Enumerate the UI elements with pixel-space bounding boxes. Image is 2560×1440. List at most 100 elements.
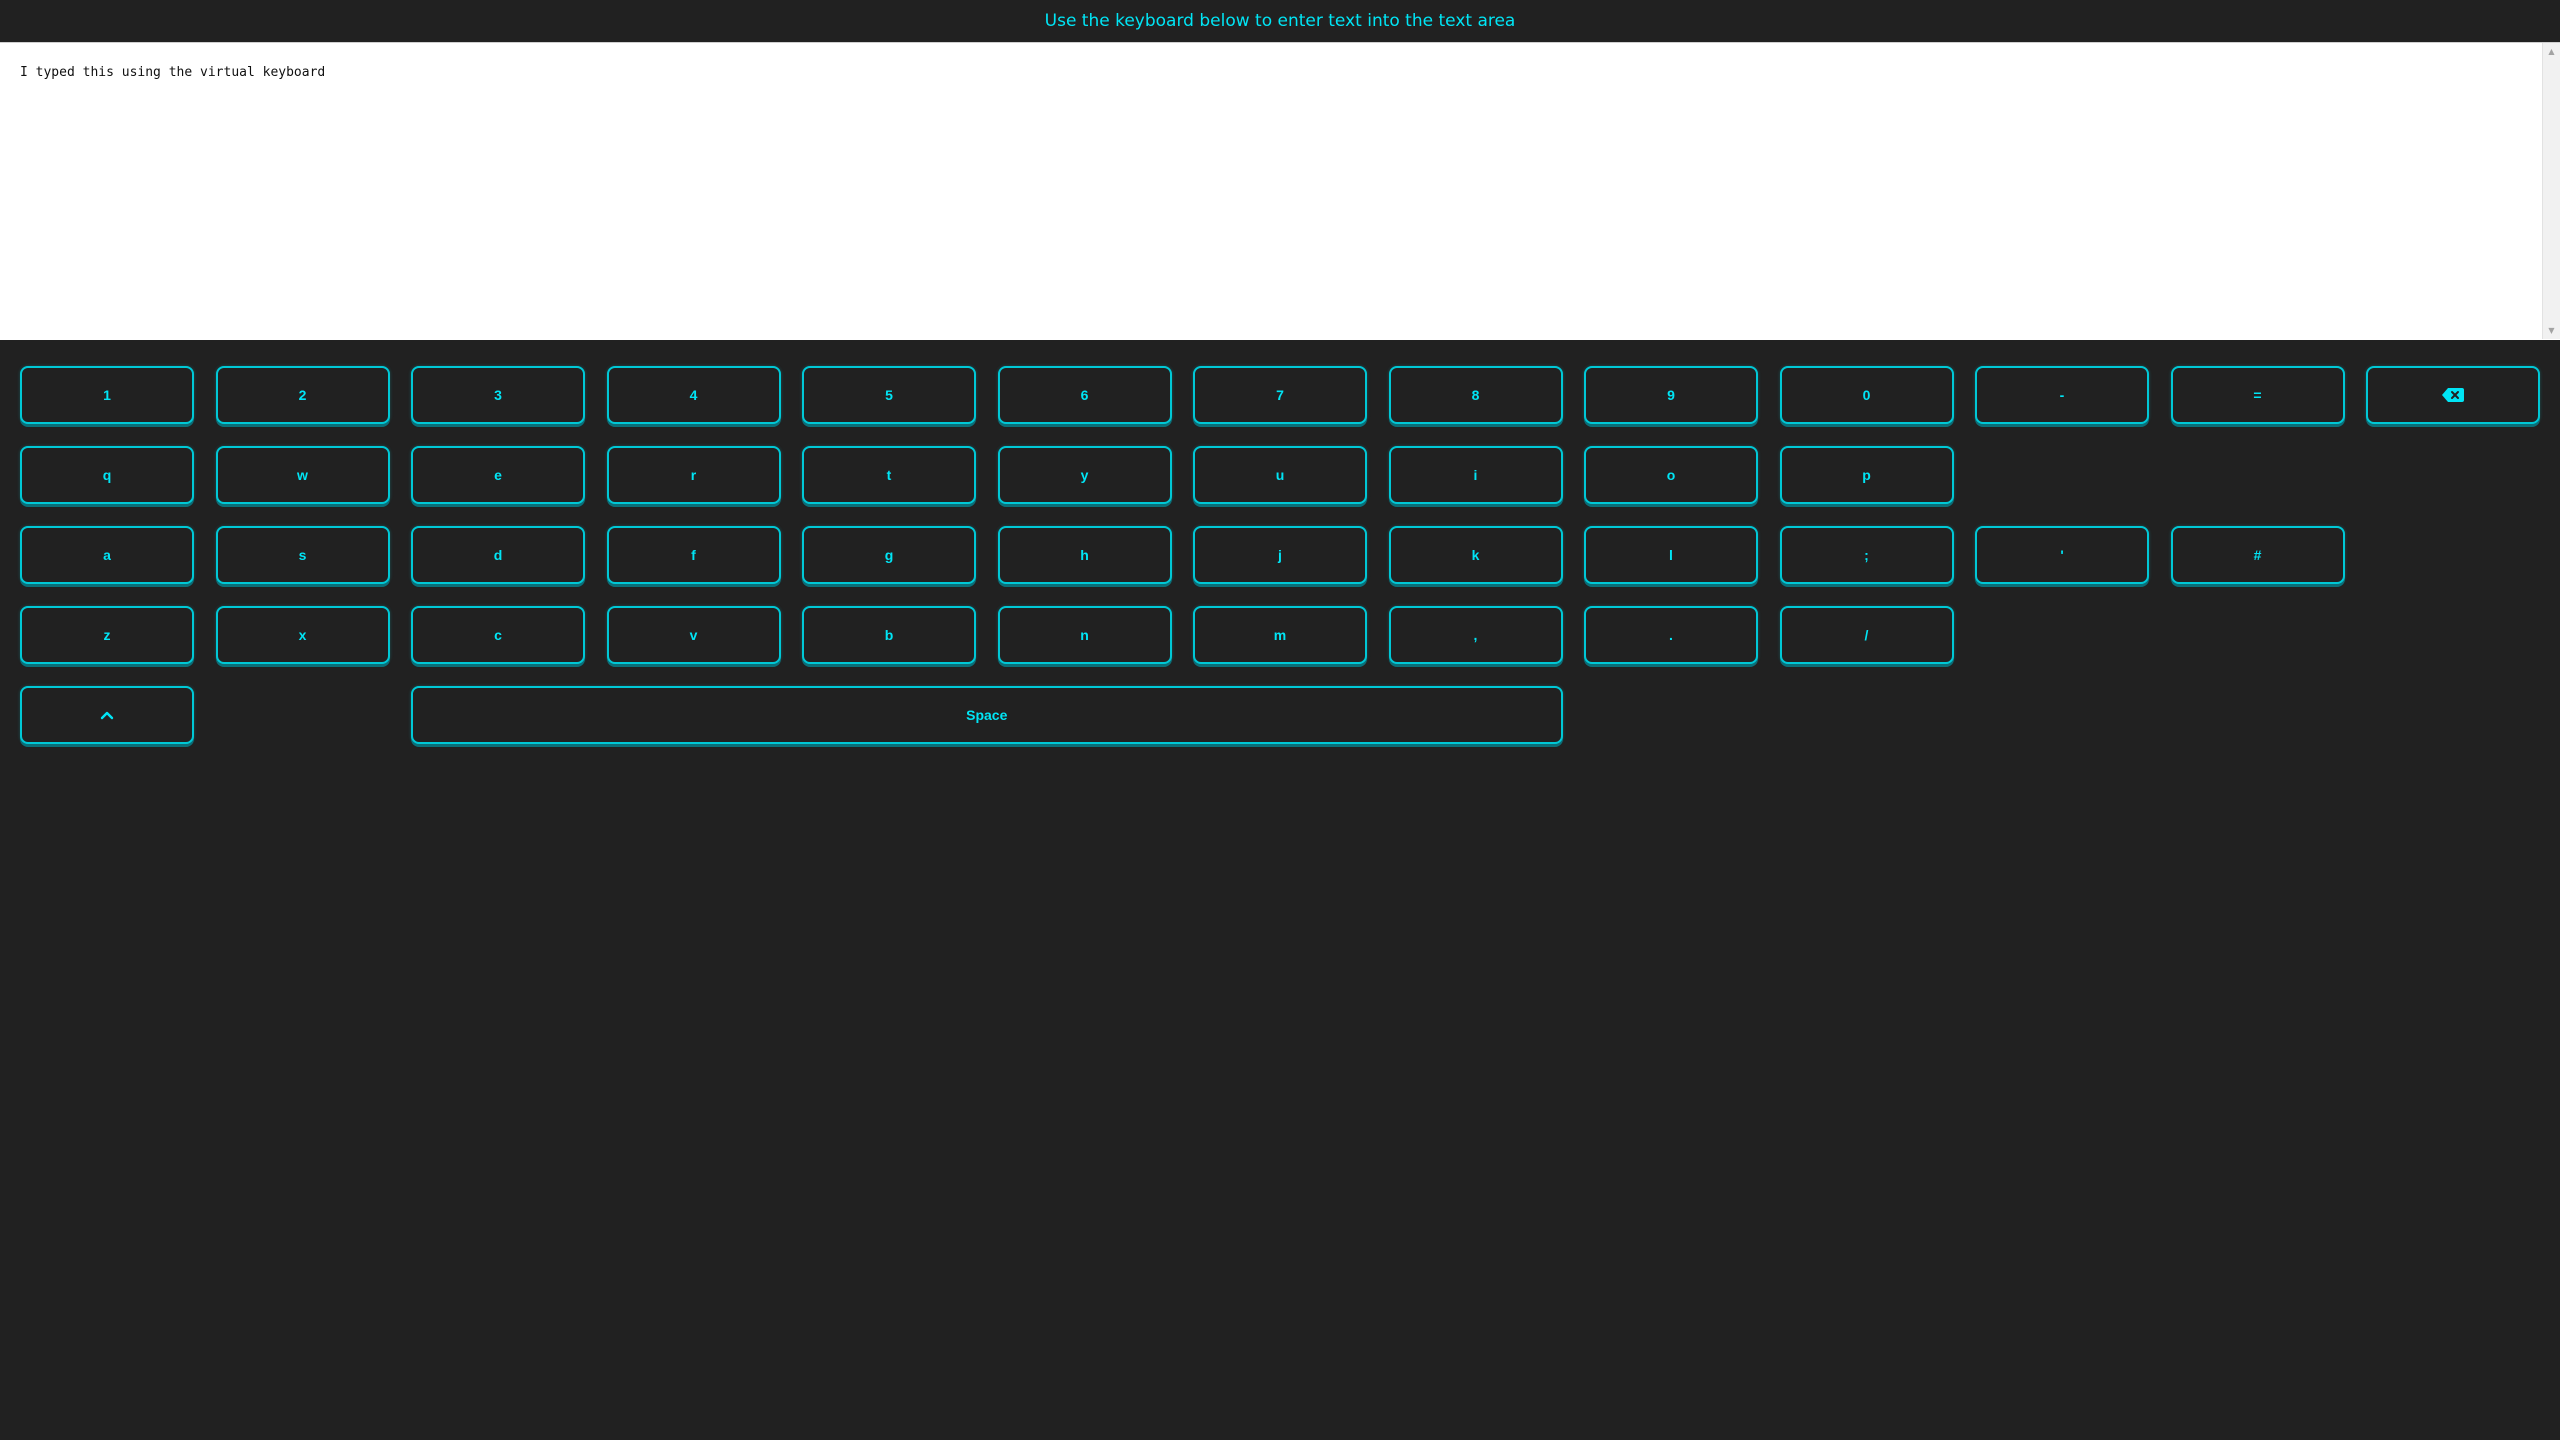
key-label: # [2253,547,2262,563]
key-label: h [1080,547,1089,563]
key-label: n [1080,627,1089,643]
key-label: l [1669,547,1673,563]
key-label: t [886,467,892,483]
space-key[interactable]: Space [411,686,1563,744]
key-label: o [1666,467,1676,483]
key-o[interactable]: o [1584,446,1758,504]
key-period[interactable]: . [1584,606,1758,664]
key-label: 7 [1276,387,1284,403]
key-7[interactable]: 7 [1193,366,1367,424]
key-d[interactable]: d [411,526,585,584]
key-label: = [2253,387,2262,403]
text-area[interactable]: I typed this using the virtual keyboard … [0,42,2560,340]
key-label: 6 [1080,387,1089,403]
scroll-down-icon[interactable]: ▼ [2543,322,2560,339]
key-apostrophe[interactable]: ' [1975,526,2149,584]
key-5[interactable]: 5 [802,366,976,424]
key-r[interactable]: r [606,446,781,504]
key-u[interactable]: u [1193,446,1367,504]
key-i[interactable]: i [1388,446,1563,504]
key-hash[interactable]: # [2170,526,2345,584]
key-4[interactable]: 4 [606,366,781,424]
key-l[interactable]: l [1584,526,1758,584]
key-m[interactable]: m [1193,606,1367,664]
key-1[interactable]: 1 [20,366,194,424]
text-area-value: I typed this using the virtual keyboard [20,65,326,80]
key-label: 9 [1667,387,1675,403]
key-f[interactable]: f [606,526,781,584]
key-label: c [494,627,502,643]
key-k[interactable]: k [1388,526,1563,584]
key-label: q [102,467,112,483]
instruction-text: Use the keyboard below to enter text int… [1044,11,1516,31]
key-label: z [103,627,111,643]
key-c[interactable]: c [411,606,585,664]
key-label: 8 [1471,387,1480,403]
page-title: Use the keyboard below to enter text int… [0,0,2560,42]
text-area-scrollbar[interactable]: ▲ ▼ [2542,43,2560,339]
key-label: m [1273,627,1287,643]
key-label: u [1275,467,1285,483]
key-p[interactable]: p [1779,446,1954,504]
key-t[interactable]: t [802,446,976,504]
key-label: 2 [298,387,307,403]
key-label: . [1669,627,1673,643]
key-q[interactable]: q [20,446,194,504]
key-label: d [493,547,503,563]
key-label: x [298,627,307,643]
key-label: ' [2060,547,2064,563]
key-semicolon[interactable]: ; [1779,526,1954,584]
key-label: j [1278,547,1282,563]
key-slash[interactable]: / [1779,606,1954,664]
key-z[interactable]: z [20,606,194,664]
key-label: b [884,627,894,643]
key-label: i [1473,467,1478,483]
key-n[interactable]: n [997,606,1172,664]
key-label: ; [1864,547,1869,563]
key-8[interactable]: 8 [1388,366,1563,424]
key-y[interactable]: y [997,446,1172,504]
key-a[interactable]: a [20,526,194,584]
scroll-up-icon[interactable]: ▲ [2543,43,2560,60]
key-label: r [690,467,697,483]
key-equals[interactable]: = [2170,366,2345,424]
shift-key[interactable] [20,686,194,744]
backspace-key[interactable] [2366,366,2540,424]
key-3[interactable]: 3 [411,366,585,424]
key-label: 5 [885,387,893,403]
key-label: g [884,547,894,563]
key-label: 4 [689,387,698,403]
key-9[interactable]: 9 [1584,366,1758,424]
key-2[interactable]: 2 [215,366,390,424]
key-label: v [689,627,698,643]
key-label: 0 [1862,387,1871,403]
key-0[interactable]: 0 [1779,366,1954,424]
key-label: / [1864,627,1869,643]
key-x[interactable]: x [215,606,390,664]
key-label: 1 [103,387,111,403]
key-label: 3 [494,387,502,403]
key-label: Space [966,707,1008,723]
key-h[interactable]: h [997,526,1172,584]
chevron-up-icon [100,711,114,719]
key-w[interactable]: w [215,446,390,504]
key-label: k [1471,547,1480,563]
key-e[interactable]: e [411,446,585,504]
key-label: w [297,467,308,483]
key-label: e [494,467,502,483]
key-label: , [1473,627,1478,643]
key-v[interactable]: v [606,606,781,664]
key-j[interactable]: j [1193,526,1367,584]
key-label: f [691,547,696,563]
key-b[interactable]: b [802,606,976,664]
key-comma[interactable]: , [1388,606,1563,664]
key-6[interactable]: 6 [997,366,1172,424]
key-s[interactable]: s [215,526,390,584]
key-label: s [298,547,307,563]
key-label: y [1080,467,1089,483]
key-label: - [2059,387,2065,403]
key-label: p [1862,467,1871,483]
key-g[interactable]: g [802,526,976,584]
backspace-icon [2442,388,2464,402]
key-minus[interactable]: - [1975,366,2149,424]
